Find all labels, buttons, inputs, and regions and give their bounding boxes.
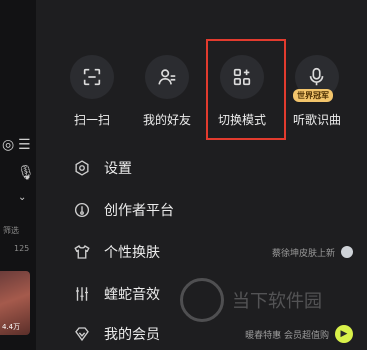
menu-item-label: 蝰蛇音效	[104, 287, 160, 303]
equalizer-icon	[71, 283, 93, 305]
quick-actions-row: 扫一扫 我的好友 切换模式 世界冠军 听歌识曲	[36, 55, 367, 135]
menu-item-label: 设置	[104, 161, 132, 177]
scan-icon	[70, 55, 114, 99]
quick-action-label: 听歌识曲	[292, 113, 341, 127]
vip-promo: 暖春特惠 会员超值购 ▶	[245, 325, 353, 343]
count-text: 125	[14, 244, 30, 253]
menu-item-sound-effects[interactable]: 蝰蛇音效	[36, 276, 367, 312]
thumbnail-count: 4.4万	[2, 323, 21, 331]
skin-avatar-icon	[341, 246, 353, 258]
quick-action-switch-mode[interactable]: 切换模式	[208, 55, 276, 128]
side-drawer: 扫一扫 我的好友 切换模式 世界冠军 听歌识曲 设置 创作者平台 个性换肤 蔡徐…	[36, 0, 367, 350]
vip-icon	[71, 323, 93, 345]
mic-icon[interactable]: 🎙	[17, 166, 35, 180]
skin-promo-text: 蔡徐坤皮肤上新	[271, 248, 335, 259]
quick-action-label: 切换模式	[217, 113, 266, 127]
app-root: ◎ ☰ 🎙 ⌄ 筛选 125 4.4万 扫一扫 我的好友 切换模式 世界冠军 听…	[0, 0, 367, 350]
menu-item-label: 个性换肤	[104, 245, 160, 261]
filter-text[interactable]: 筛选	[3, 225, 19, 236]
chevron-down-icon[interactable]: ⌄	[18, 193, 26, 203]
menu-item-creator-platform[interactable]: 创作者平台	[36, 192, 367, 228]
target-icon[interactable]: ◎	[2, 138, 14, 152]
video-thumbnail[interactable]: 4.4万	[0, 271, 30, 335]
skin-promo: 蔡徐坤皮肤上新	[272, 246, 353, 259]
quick-action-label: 扫一扫	[73, 113, 110, 127]
menu-item-skin[interactable]: 个性换肤 蔡徐坤皮肤上新	[36, 234, 367, 270]
quick-action-friends[interactable]: 我的好友	[133, 55, 201, 128]
menu-item-label: 创作者平台	[104, 203, 174, 219]
skin-icon	[71, 241, 93, 263]
menu-item-label: 我的会员	[104, 327, 160, 343]
friends-icon	[145, 55, 189, 99]
switch-mode-icon	[220, 55, 264, 99]
background-page-strip: ◎ ☰ 🎙 ⌄ 筛选 125 4.4万	[0, 0, 36, 350]
quick-action-music-recognize[interactable]: 世界冠军 听歌识曲	[283, 55, 351, 128]
menu-icon[interactable]: ☰	[18, 138, 31, 152]
quick-action-scan[interactable]: 扫一扫	[58, 55, 126, 128]
world-champion-badge: 世界冠军	[293, 89, 333, 102]
menu-item-settings[interactable]: 设置	[36, 150, 367, 186]
settings-icon	[71, 157, 93, 179]
creator-icon	[71, 199, 93, 221]
quick-action-label: 我的好友	[142, 113, 191, 127]
vip-promo-text: 暖春特惠 会员超值购	[245, 330, 329, 341]
menu-item-vip[interactable]: 我的会员 暖春特惠 会员超值购 ▶	[36, 316, 367, 350]
play-arrow-icon[interactable]: ▶	[335, 325, 353, 343]
